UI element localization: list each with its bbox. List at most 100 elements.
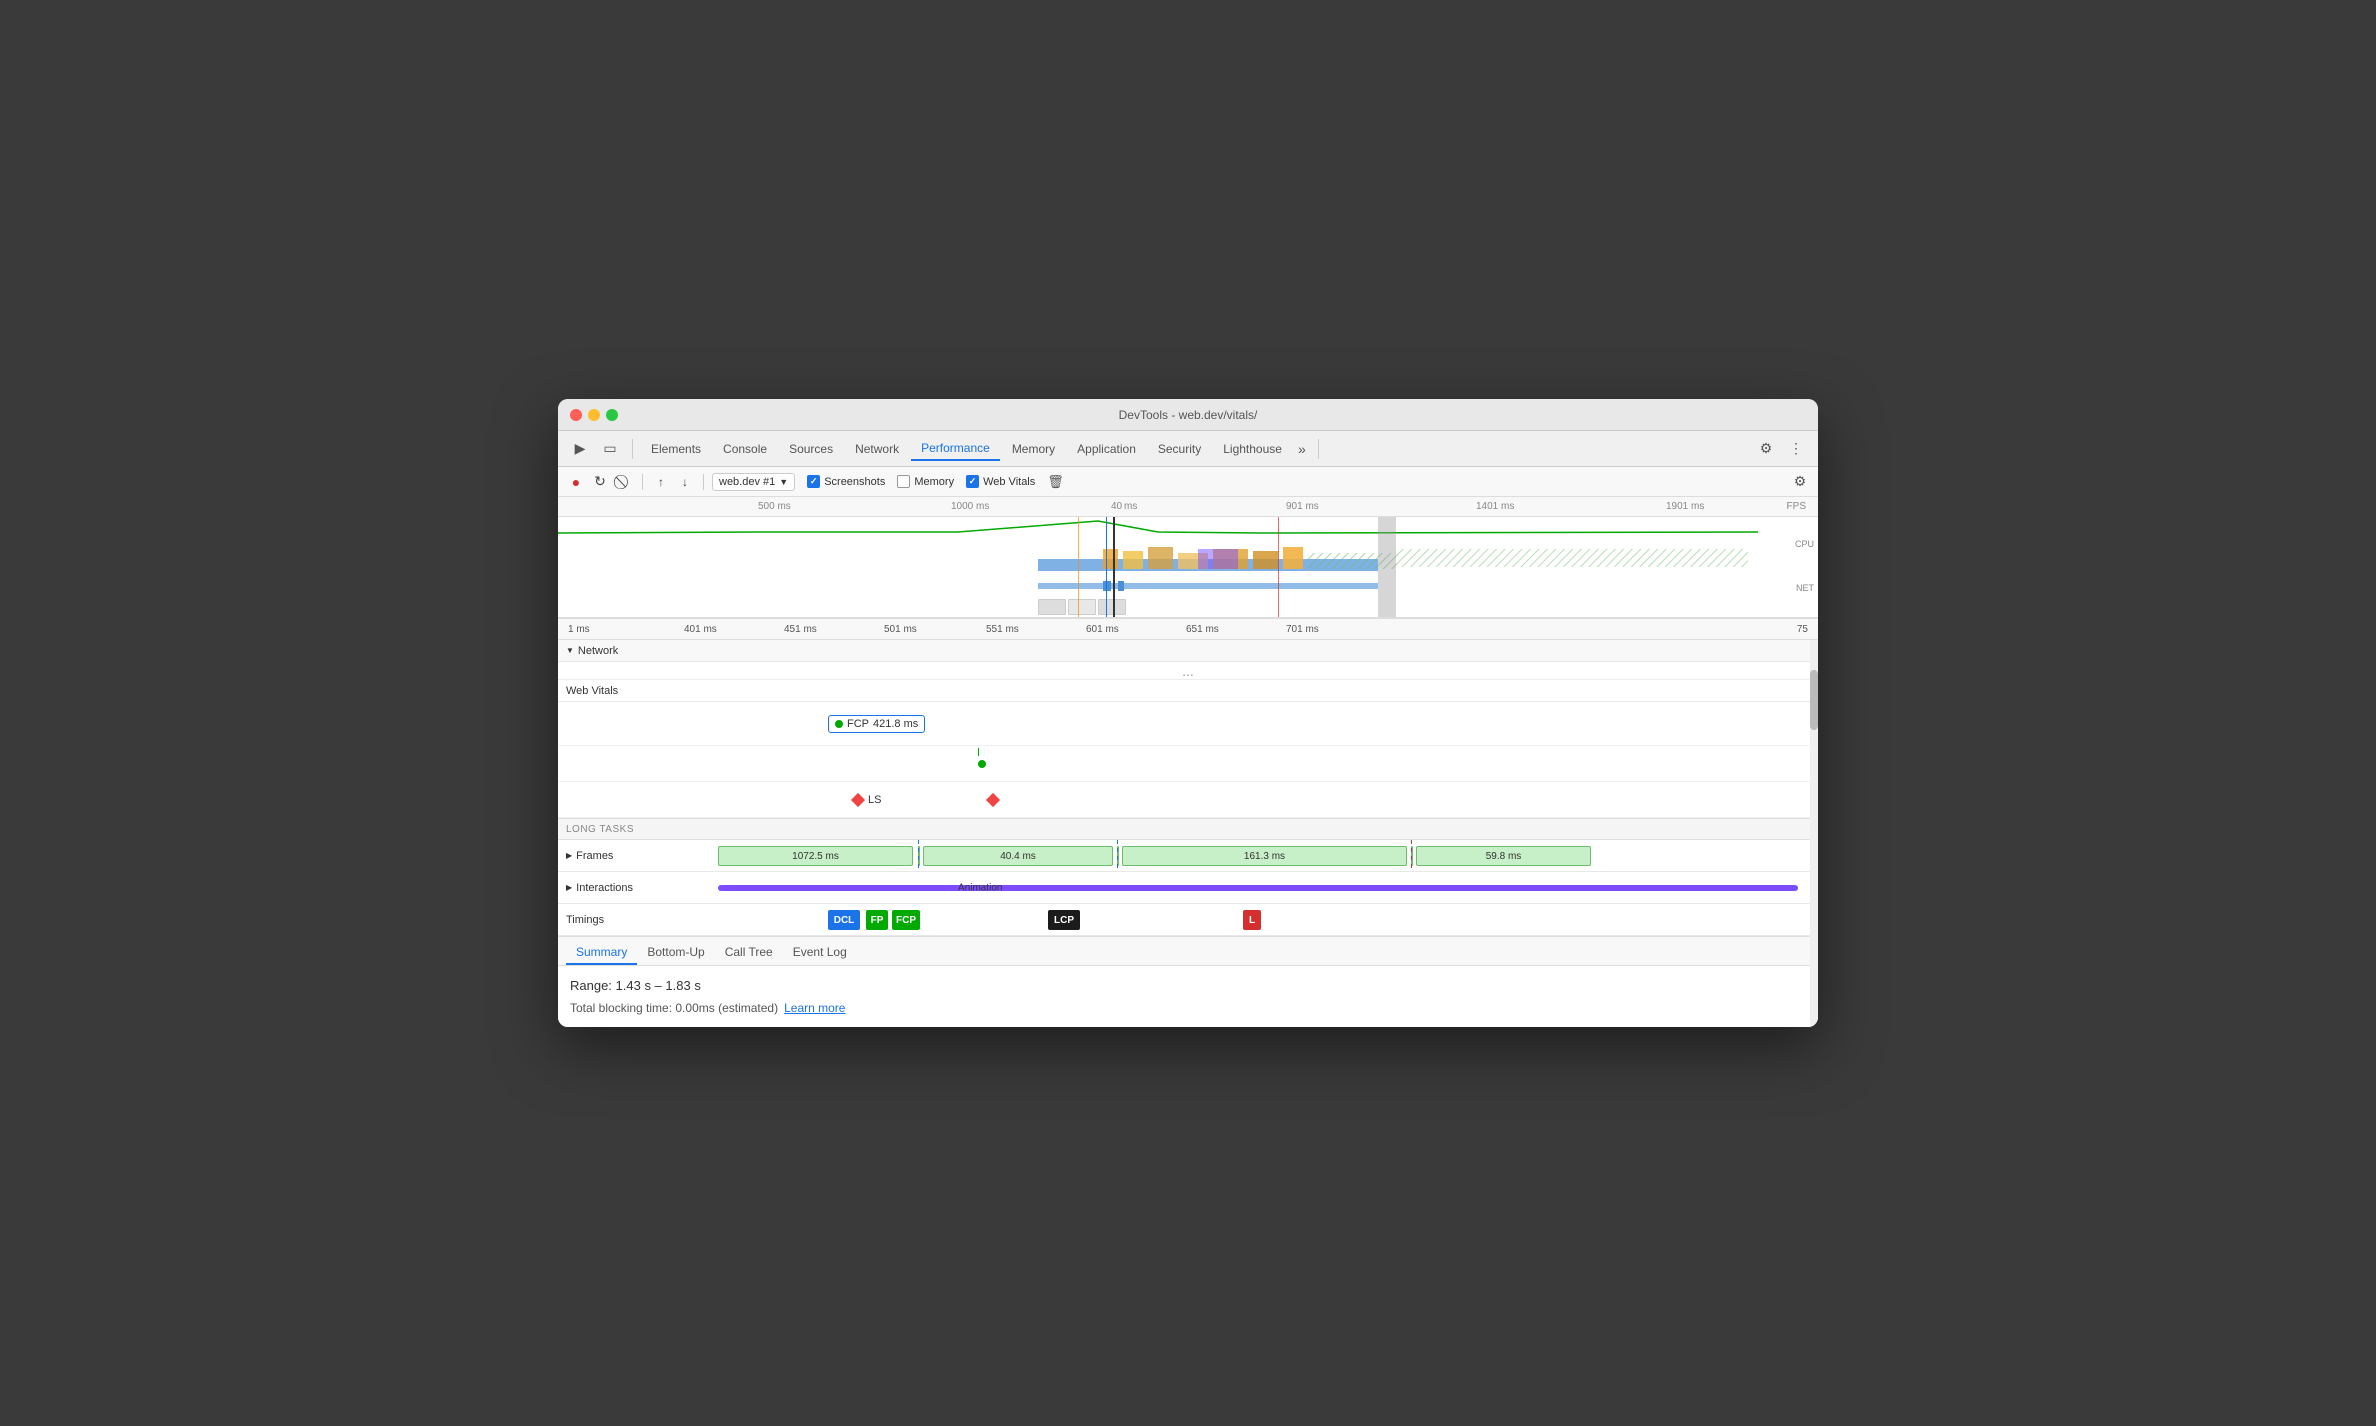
tab-sources[interactable]: Sources	[779, 438, 843, 460]
tab-event-log[interactable]: Event Log	[783, 941, 857, 965]
tab-console[interactable]: Console	[713, 438, 777, 460]
frame-block-3[interactable]: 161.3 ms	[1122, 846, 1407, 866]
ls-label: LS	[868, 794, 881, 806]
frame-block-1[interactable]: 1072.5 ms	[718, 846, 913, 866]
filter-options: ✓ Screenshots Memory ✓ Web Vitals 🗑	[807, 474, 1064, 490]
interactions-row: ▶ Interactions Animation	[558, 872, 1818, 904]
blocking-time-text: Total blocking time: 0.00ms (estimated) …	[570, 1001, 1806, 1015]
title-bar: DevTools - web.dev/vitals/	[558, 399, 1818, 431]
settings-icon[interactable]: ⚙	[1752, 435, 1780, 463]
detail-label-701ms: 701 ms	[1286, 624, 1319, 635]
tab-memory[interactable]: Memory	[1002, 438, 1065, 460]
devtools-tab-bar: ▶ ▭ Elements Console Sources Network Per…	[558, 431, 1818, 467]
fcp-timing-badge[interactable]: FCP	[892, 910, 920, 930]
network-collapse-icon[interactable]: ▼	[566, 646, 574, 655]
fp-badge[interactable]: FP	[866, 910, 888, 930]
range-text: Range: 1.43 s – 1.83 s	[570, 978, 1806, 993]
blocking-time-label: Total blocking time: 0.00ms (estimated)	[570, 1001, 778, 1015]
frame-block-4[interactable]: 59.8 ms	[1416, 846, 1591, 866]
dots-label: ...	[1182, 663, 1194, 679]
minimize-button[interactable]	[588, 409, 600, 421]
more-tabs-icon[interactable]: »	[1294, 439, 1310, 459]
ruler-label-1000: 1000 ms	[951, 501, 989, 512]
tab-elements[interactable]: Elements	[641, 438, 711, 460]
ruler-label-1901: 1901 ms	[1666, 501, 1704, 512]
window-title: DevTools - web.dev/vitals/	[1119, 408, 1258, 422]
fcp-value: 421.8 ms	[873, 718, 918, 730]
detail-label-651ms: 651 ms	[1186, 624, 1219, 635]
web-vitals-checkbox[interactable]: ✓ Web Vitals	[966, 475, 1035, 488]
devtools-window: DevTools - web.dev/vitals/ ▶ ▭ Elements …	[558, 399, 1818, 1027]
more-options-icon[interactable]: ⋮	[1782, 435, 1810, 463]
frame-block-2[interactable]: 40.4 ms	[923, 846, 1113, 866]
frames-label: ▶ Frames	[558, 850, 718, 862]
tab-bottom-up[interactable]: Bottom-Up	[637, 941, 714, 965]
detail-label-501ms: 501 ms	[884, 624, 917, 635]
tab-network[interactable]: Network	[845, 438, 909, 460]
scrollbar-thumb[interactable]	[1810, 670, 1818, 730]
frames-collapse-icon[interactable]: ▶	[566, 851, 572, 860]
scrollbar[interactable]	[1810, 640, 1818, 1027]
ruler-label-901: 901 ms	[1286, 501, 1319, 512]
mobile-icon[interactable]: ▭	[596, 435, 624, 463]
record-button[interactable]: ●	[566, 472, 586, 492]
web-vitals-rows: FCP 421.8 ms LS	[558, 702, 1818, 818]
close-button[interactable]	[570, 409, 582, 421]
tab-call-tree[interactable]: Call Tree	[715, 941, 783, 965]
detail-label-401ms: 401 ms	[684, 624, 717, 635]
timeline-ruler: 500 ms 1000 ms 40 ms 901 ms 1401 ms 1901…	[558, 497, 1818, 517]
memory-label: Memory	[914, 476, 954, 488]
delete-recording-icon[interactable]: 🗑	[1047, 474, 1064, 490]
source-selector[interactable]: web.dev #1 ▼	[712, 473, 795, 491]
screenshots-checkbox[interactable]: ✓ Screenshots	[807, 475, 885, 488]
web-vitals-label: Web Vitals	[983, 476, 1035, 488]
lcp-dot-stem	[978, 748, 979, 756]
selection-handle	[1378, 517, 1396, 617]
timings-row: Timings DCL FP FCP LCP L	[558, 904, 1818, 936]
reload-record-button[interactable]: ↻	[590, 472, 610, 492]
tab-performance[interactable]: Performance	[911, 437, 1000, 461]
timeline-overview: 500 ms 1000 ms 40 ms 901 ms 1401 ms 1901…	[558, 497, 1818, 618]
interactions-title: Interactions	[576, 882, 633, 894]
source-dropdown-icon: ▼	[779, 477, 788, 487]
interactions-collapse-icon[interactable]: ▶	[566, 883, 572, 892]
tab-application[interactable]: Application	[1067, 438, 1146, 460]
interactions-bar	[718, 885, 1798, 891]
source-label: web.dev #1	[719, 476, 775, 488]
learn-more-link[interactable]: Learn more	[784, 1001, 845, 1015]
detail-label-551ms: 551 ms	[986, 624, 1019, 635]
capture-settings-icon[interactable]: ⚙	[1790, 472, 1810, 492]
memory-checkbox[interactable]: Memory	[897, 475, 954, 488]
lcp-badge[interactable]: LCP	[1048, 910, 1080, 930]
ls-diamond-1	[851, 792, 865, 806]
maximize-button[interactable]	[606, 409, 618, 421]
frame-vline-1	[918, 840, 919, 871]
cursor-icon[interactable]: ▶	[566, 435, 594, 463]
vline-fcp	[1106, 517, 1107, 617]
interactions-label: ▶ Interactions	[558, 882, 718, 894]
tab-security[interactable]: Security	[1148, 438, 1211, 460]
ruler-label-40: 40	[1111, 501, 1122, 512]
timeline-tracks: CPU	[558, 517, 1818, 617]
net-track	[558, 579, 1818, 595]
toolbar-sep-2	[703, 474, 704, 490]
summary-content: Range: 1.43 s – 1.83 s Total blocking ti…	[558, 966, 1818, 1027]
vline-red	[1278, 517, 1279, 617]
clear-button[interactable]: ⃠	[614, 472, 634, 492]
tab-lighthouse[interactable]: Lighthouse	[1213, 438, 1292, 460]
upload-button[interactable]: ↑	[651, 472, 671, 492]
l-badge[interactable]: L	[1243, 910, 1261, 930]
download-button[interactable]: ↓	[675, 472, 695, 492]
frames-track: 1072.5 ms 40.4 ms 161.3 ms 59.8 ms	[718, 840, 1818, 871]
frames-title: Frames	[576, 850, 613, 862]
tab-summary[interactable]: Summary	[566, 941, 637, 965]
long-tasks-header: LONG TASKS	[558, 818, 1818, 840]
detail-label-75: 75	[1797, 624, 1808, 635]
fcp-badge[interactable]: FCP 421.8 ms	[828, 715, 925, 733]
tab-separator	[632, 439, 633, 459]
tab-separator-2	[1318, 439, 1319, 459]
network-section-row: ▼ Network	[558, 640, 1818, 662]
dots-row: ...	[558, 662, 1818, 680]
dcl-badge[interactable]: DCL	[828, 910, 860, 930]
ruler-label-500: 500 ms	[758, 501, 791, 512]
